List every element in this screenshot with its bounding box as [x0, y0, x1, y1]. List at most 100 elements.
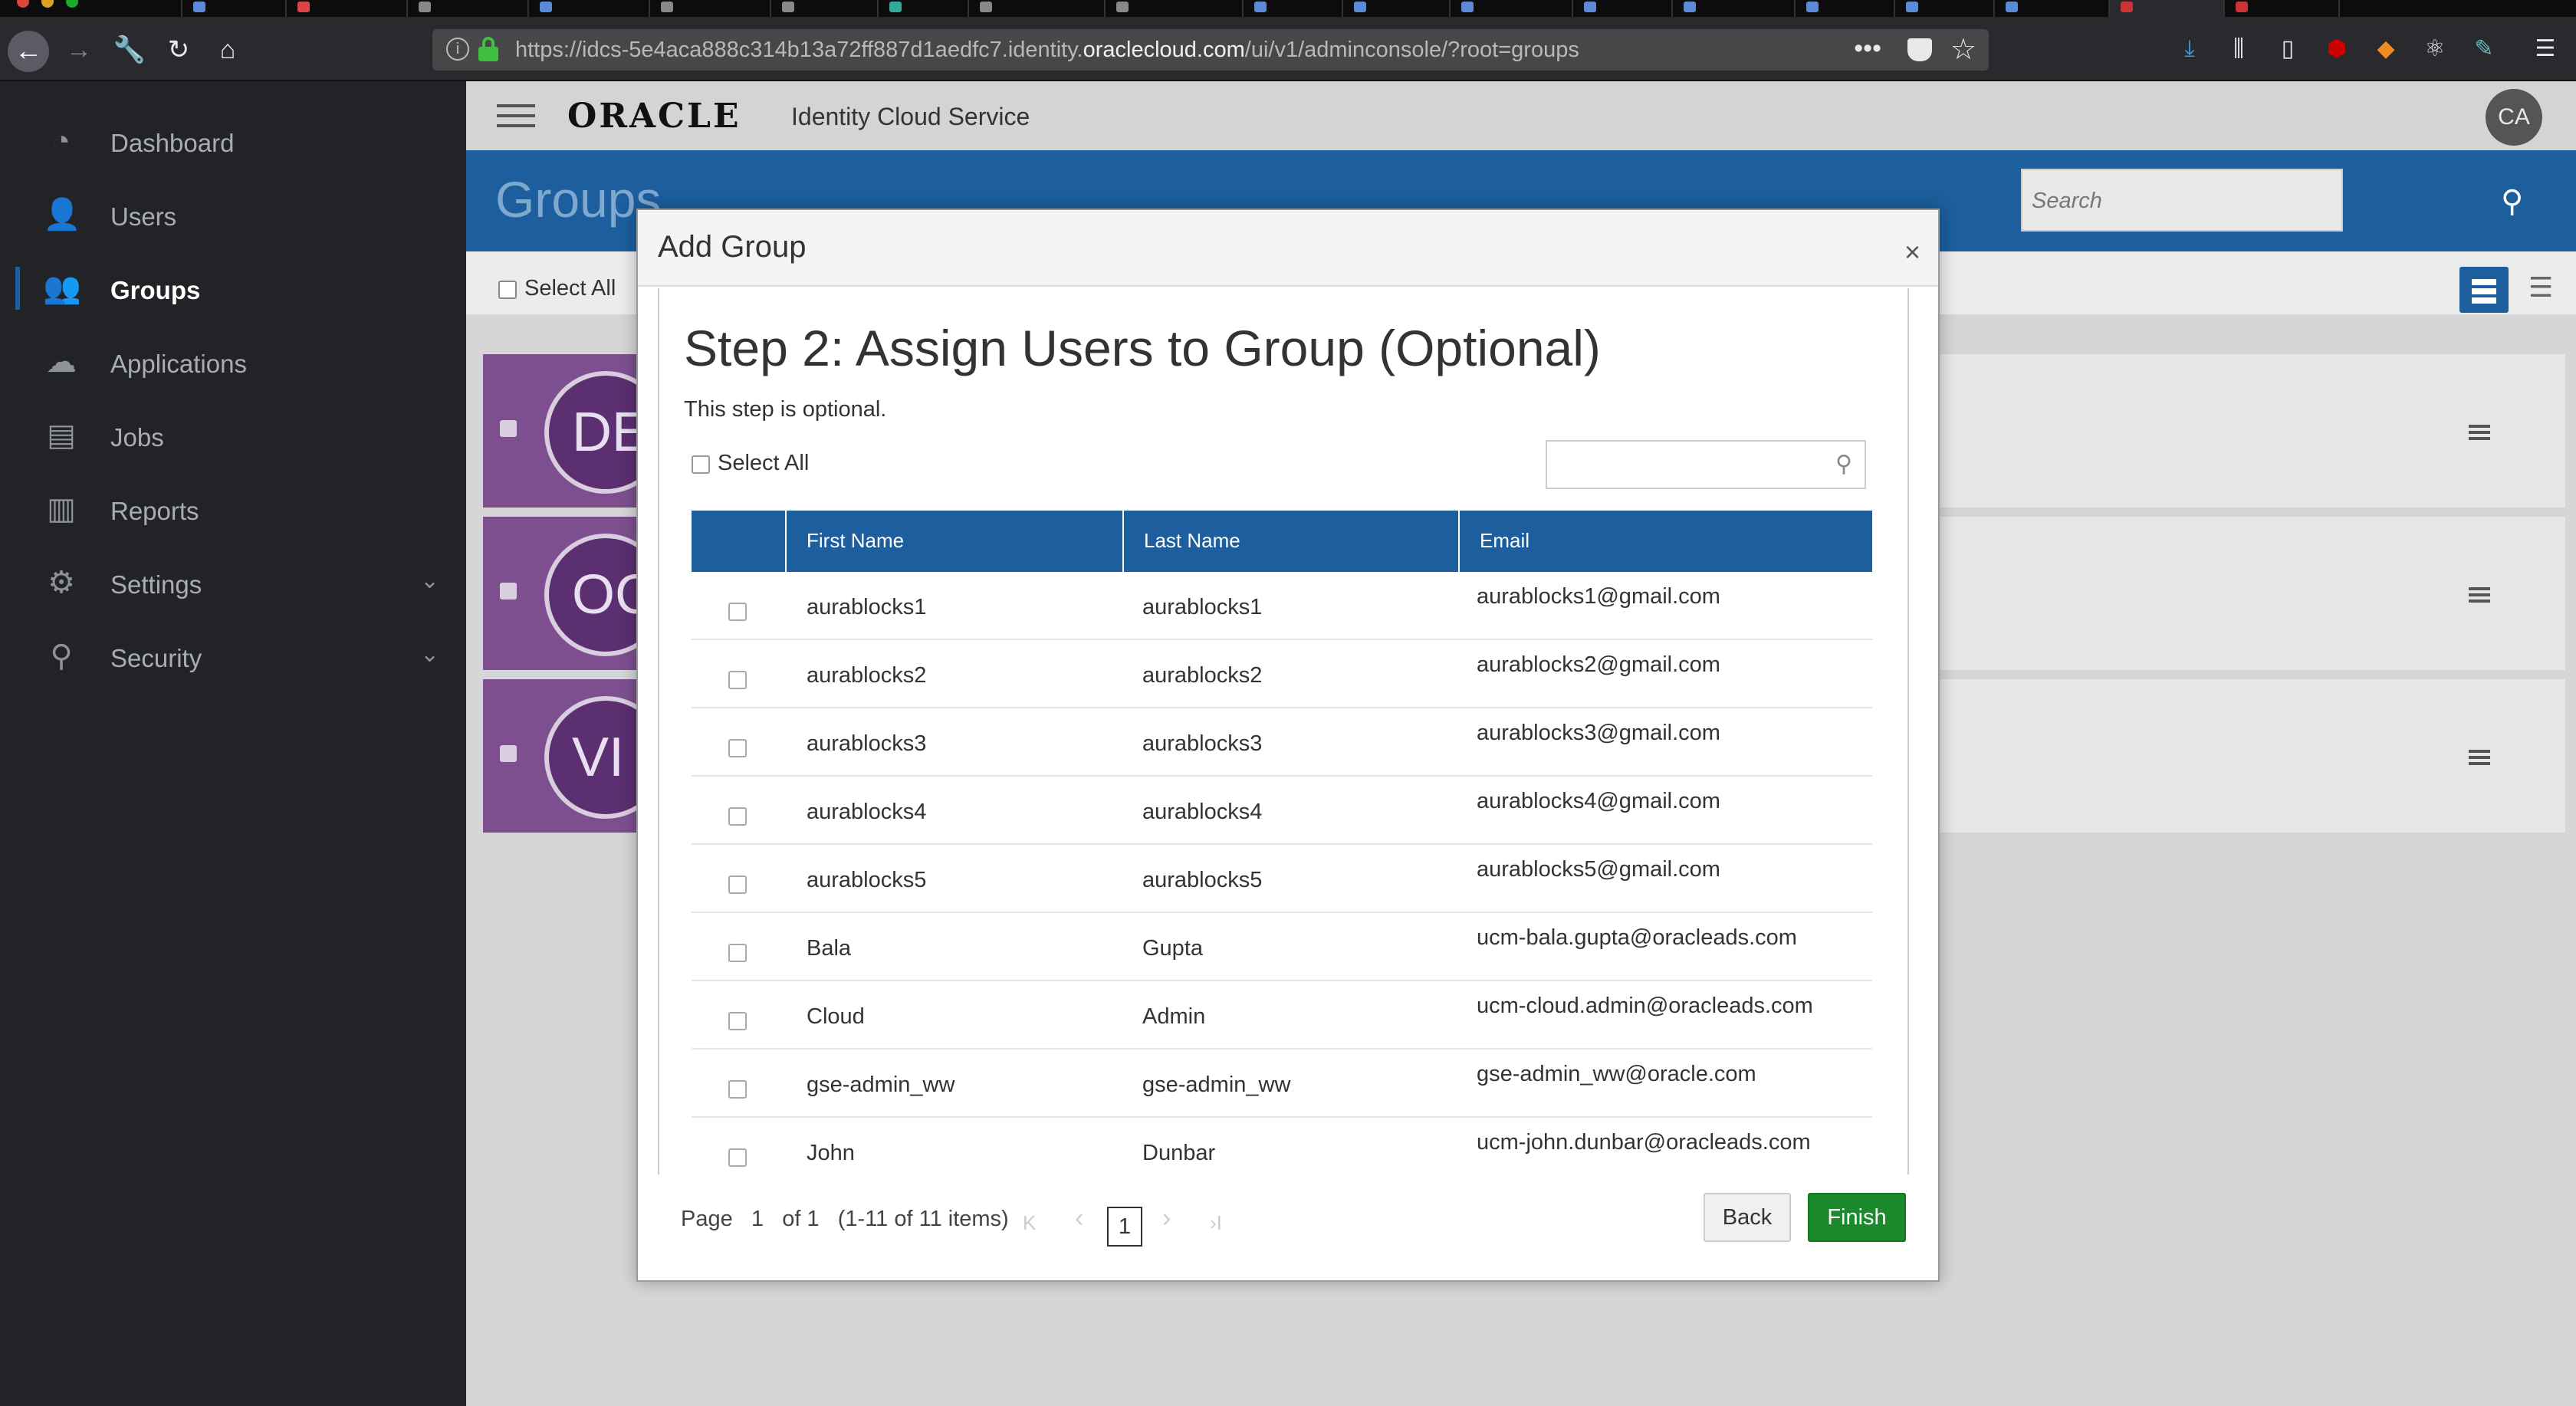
table-row[interactable]: Bala Gupta ucm-bala.gupta@oracleads.com — [692, 913, 1872, 981]
row-menu-icon[interactable] — [2469, 750, 2490, 768]
items-range: (1-11 of 11 items) — [837, 1207, 1009, 1231]
table-row[interactable]: aurablocks4 aurablocks4 aurablocks4@gmai… — [692, 777, 1872, 845]
group-checkbox[interactable] — [500, 583, 517, 600]
group-checkbox[interactable] — [500, 420, 517, 437]
hamburger-menu-icon[interactable]: ☰ — [2532, 35, 2559, 63]
window-close-dot[interactable] — [17, 0, 29, 8]
search-icon[interactable]: ⚲ — [2501, 184, 2523, 219]
sidebar-item-reports[interactable]: ▥ Reports — [0, 475, 466, 549]
row-menu-icon[interactable] — [2469, 587, 2490, 606]
bookmark-star-icon[interactable]: ☆ — [1950, 32, 1976, 67]
page-actions-icon[interactable]: ••• — [1854, 34, 1881, 64]
row-checkbox[interactable] — [728, 603, 747, 621]
user-search-input[interactable]: ⚲ — [1546, 440, 1866, 489]
sidebar-item-settings[interactable]: ⚙ Settings ⌄ — [0, 549, 466, 623]
sidebar-item-security[interactable]: ⚲ Security ⌄ — [0, 623, 466, 696]
column-header-email[interactable]: Email — [1458, 511, 1872, 572]
browser-tab[interactable] — [527, 0, 649, 17]
avatar[interactable]: CA — [2486, 89, 2542, 146]
table-row[interactable]: gse-admin_ww gse-admin_ww gse-admin_ww@o… — [692, 1050, 1872, 1118]
browser-tab[interactable] — [1449, 0, 1572, 17]
window-minimize-dot[interactable] — [41, 0, 54, 8]
browser-tab[interactable] — [1342, 0, 1449, 17]
forward-arrow-icon[interactable]: → — [61, 32, 97, 67]
url-bar[interactable]: i https://idcs-5e4aca888c314b13a72ff887d… — [432, 29, 1989, 71]
finish-button[interactable]: Finish — [1808, 1193, 1906, 1242]
ublock-icon[interactable]: ⬢ — [2323, 35, 2351, 63]
browser-tab[interactable] — [2223, 0, 2338, 17]
browser-tab[interactable] — [877, 0, 968, 17]
url-text[interactable]: https://idcs-5e4aca888c314b13a72ff887d1a… — [515, 38, 1579, 63]
back-arrow-icon[interactable]: ← — [8, 31, 49, 72]
table-row[interactable]: aurablocks3 aurablocks3 aurablocks3@gmai… — [692, 708, 1872, 777]
group-checkbox[interactable] — [500, 745, 517, 762]
first-page-icon[interactable]: K — [1023, 1211, 1036, 1235]
row-checkbox[interactable] — [728, 671, 747, 689]
table-row[interactable]: aurablocks5 aurablocks5 aurablocks5@gmai… — [692, 845, 1872, 913]
extension-icon[interactable]: ◆ — [2372, 35, 2400, 63]
row-checkbox[interactable] — [728, 739, 747, 757]
library-icon[interactable]: ⫼ — [2225, 35, 2252, 63]
browser-tab[interactable] — [1993, 0, 2108, 17]
browser-tab[interactable] — [1104, 0, 1242, 17]
browser-tab[interactable] — [285, 0, 406, 17]
list-view-icon[interactable]: ☰ — [2528, 271, 2553, 304]
select-all-checkbox[interactable] — [692, 455, 710, 474]
new-tab-button[interactable] — [2338, 0, 2430, 17]
prev-page-icon[interactable]: ‹ — [1075, 1204, 1083, 1234]
browser-tab[interactable] — [968, 0, 1104, 17]
current-page-button[interactable]: 1 — [1107, 1207, 1142, 1247]
search-input[interactable]: Search — [2021, 169, 2343, 232]
row-checkbox[interactable] — [728, 944, 747, 962]
card-view-button[interactable] — [2459, 267, 2509, 313]
column-header-first-name[interactable]: First Name — [785, 511, 1122, 572]
sidebar-item-jobs[interactable]: ▤ Jobs — [0, 402, 466, 475]
pocket-icon[interactable] — [1907, 38, 1932, 61]
browser-tab[interactable] — [649, 0, 770, 17]
row-checkbox[interactable] — [728, 1148, 747, 1167]
row-checkbox[interactable] — [728, 1012, 747, 1030]
home-icon[interactable]: ⌂ — [210, 32, 245, 67]
sidebar-item-applications[interactable]: ☁ Applications — [0, 328, 466, 402]
browser-tab-active[interactable] — [2108, 0, 2223, 17]
key-icon: ⚲ — [50, 639, 73, 673]
browser-tab[interactable] — [1894, 0, 1993, 17]
browser-tab[interactable] — [406, 0, 527, 17]
sidebar-icon[interactable]: ▯ — [2274, 35, 2302, 63]
pen-icon[interactable]: ✎ — [2470, 35, 2498, 63]
row-checkbox[interactable] — [728, 875, 747, 894]
row-checkbox[interactable] — [728, 1080, 747, 1099]
row-menu-icon[interactable] — [2469, 425, 2490, 443]
browser-tab[interactable] — [181, 0, 285, 17]
browser-tab[interactable] — [1794, 0, 1894, 17]
chevron-down-icon[interactable]: ⌄ — [420, 567, 439, 594]
download-icon[interactable]: ⤓ — [2176, 35, 2203, 63]
table-row[interactable]: aurablocks1 aurablocks1 aurablocks1@gmai… — [692, 572, 1872, 640]
sidebar-item-users[interactable]: 👤 Users — [0, 181, 466, 255]
search-icon[interactable]: ⚲ — [1835, 451, 1852, 478]
select-all-checkbox[interactable] — [498, 281, 517, 299]
react-devtools-icon[interactable]: ⚛ — [2421, 35, 2449, 63]
sidebar-item-dashboard[interactable]: ◔ Dashboard — [0, 107, 466, 181]
browser-tab[interactable] — [1671, 0, 1794, 17]
browser-tab[interactable] — [1572, 0, 1671, 17]
last-name-cell: aurablocks4 — [1142, 800, 1263, 824]
wrench-icon[interactable]: 🔧 — [112, 32, 147, 67]
last-page-icon[interactable]: ›I — [1210, 1211, 1222, 1235]
close-icon[interactable]: × — [1904, 236, 1921, 268]
back-button[interactable]: Back — [1704, 1193, 1791, 1242]
browser-tab[interactable] — [770, 0, 877, 17]
next-page-icon[interactable]: › — [1162, 1204, 1171, 1234]
browser-tab[interactable] — [1242, 0, 1342, 17]
table-row[interactable]: aurablocks2 aurablocks2 aurablocks2@gmai… — [692, 640, 1872, 708]
menu-toggle-icon[interactable] — [497, 104, 535, 127]
sidebar-item-groups[interactable]: 👥 Groups — [0, 255, 466, 328]
column-header-last-name[interactable]: Last Name — [1122, 511, 1458, 572]
row-checkbox[interactable] — [728, 807, 747, 826]
chevron-down-icon[interactable]: ⌄ — [420, 641, 439, 668]
reload-icon[interactable]: ↻ — [161, 32, 196, 67]
info-icon[interactable]: i — [446, 38, 469, 61]
table-row[interactable]: Cloud Admin ucm-cloud.admin@oracleads.co… — [692, 981, 1872, 1050]
window-maximize-dot[interactable] — [66, 0, 78, 8]
table-row[interactable]: John Dunbar ucm-john.dunbar@oracleads.co… — [692, 1118, 1872, 1174]
